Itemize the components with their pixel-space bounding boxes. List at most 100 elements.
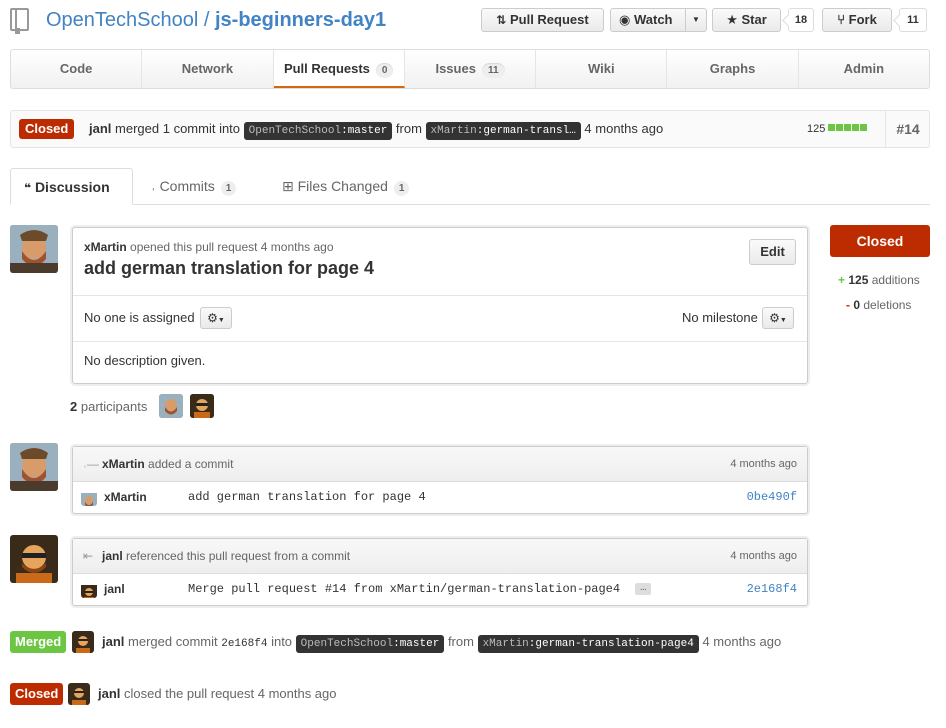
tab-admin[interactable]: Admin: [799, 50, 929, 88]
tab-files-changed[interactable]: ⊞ Files Changed 1: [282, 168, 410, 204]
discussion-tabs: ❝ Discussion ˓ Commits 1 ⊞ Files Changed 1: [10, 168, 930, 205]
closed-badge: Closed: [10, 683, 64, 705]
avatar-image: [68, 683, 90, 705]
avatar-image: [159, 394, 183, 418]
repo-title: OpenTechSchool / js-beginners-day1: [46, 9, 386, 32]
avatar-image: [81, 585, 97, 598]
pull-request-icon: ⇅: [496, 13, 507, 27]
repo-name-link[interactable]: js-beginners-day1: [215, 9, 386, 31]
divider: [73, 295, 807, 296]
merged-head-branch[interactable]: xMartin:german-translation-page4: [477, 635, 699, 653]
tab-graphs[interactable]: Graphs: [667, 50, 799, 88]
tab-code[interactable]: Code: [11, 50, 143, 88]
summary-author-link[interactable]: janl: [89, 121, 111, 136]
participants: 2 participants: [70, 398, 147, 416]
gear-icon: ⚙: [769, 311, 780, 325]
reference-event-action: referenced this pull request from a comm…: [126, 549, 351, 563]
tab-commits-count: 1: [220, 181, 237, 196]
tab-discussion[interactable]: ❝ Discussion: [10, 168, 133, 205]
milestone-gear-button[interactable]: ⚙▼: [762, 307, 794, 329]
avatar-xmartin[interactable]: [10, 443, 58, 491]
avatar-janl[interactable]: [10, 535, 58, 583]
tab-commits[interactable]: ˓ Commits 1: [151, 168, 237, 204]
participant-avatar-janl[interactable]: [190, 394, 214, 418]
pull-request-button[interactable]: ⇅ Pull Request: [481, 8, 604, 32]
star-button[interactable]: ★ Star: [712, 8, 781, 32]
commit-sha-link[interactable]: 0be490f: [747, 482, 797, 513]
tab-pull-requests[interactable]: Pull Requests 0: [273, 50, 405, 88]
reference-author-avatar[interactable]: [81, 582, 97, 598]
commit-event-header: ˓— xMartin added a commit 4 months ago: [73, 447, 807, 482]
summary-text-1: merged 1 commit into: [115, 121, 241, 136]
gear-icon: ⚙: [207, 311, 218, 325]
tab-issues[interactable]: Issues 11: [405, 50, 537, 88]
fork-count[interactable]: 11: [899, 8, 927, 32]
reference-row-author[interactable]: janl: [104, 574, 125, 605]
chevron-down-icon[interactable]: ▼: [685, 9, 706, 31]
closed-author-avatar[interactable]: [68, 683, 90, 705]
plus-icon: +: [838, 273, 846, 287]
avatar-xmartin[interactable]: [10, 225, 58, 273]
state-badge: Closed: [19, 119, 75, 139]
repo-name: js-beginners-day1: [215, 9, 387, 31]
commit-event-action: added a commit: [148, 457, 234, 471]
divider: [73, 341, 807, 342]
expand-message-button[interactable]: …: [635, 582, 652, 595]
repo-owner-link[interactable]: OpenTechSchool: [46, 9, 198, 31]
reference-event-text: janl referenced this pull request from a…: [102, 539, 350, 573]
star-icon: ★: [726, 12, 738, 27]
merged-event-author[interactable]: janl: [102, 634, 124, 649]
tab-label: Code: [59, 61, 93, 76]
merged-base-branch[interactable]: OpenTechSchool:master: [295, 635, 445, 653]
merged-from-text: from: [447, 634, 474, 649]
commit-icon: ˓: [151, 178, 156, 194]
repo-separator: /: [198, 9, 215, 31]
head-branch: german-transl…: [483, 125, 576, 137]
opening-author[interactable]: xMartin: [84, 240, 127, 254]
avatar-image: [190, 394, 214, 418]
head-owner: xMartin: [430, 125, 477, 137]
assignee: No one is assigned: [84, 308, 195, 328]
base-branch: master: [347, 125, 388, 137]
commit-event-time: 4 months ago: [730, 458, 797, 470]
pr-summary-bar: Closed janl merged 1 commit into OpenTec…: [10, 110, 930, 148]
reference-commit-row: janl Merge pull request #14 from xMartin…: [73, 574, 807, 605]
edit-button[interactable]: Edit: [749, 239, 796, 265]
avatar-image: [10, 225, 58, 273]
merged-author-avatar[interactable]: [72, 631, 94, 653]
sidebar-state-badge: Closed: [830, 225, 930, 257]
repo-nav: Code Network Pull Requests 0 Issues 11 Wik…: [10, 49, 930, 89]
participants-count: 2: [70, 399, 78, 414]
commit-author-avatar[interactable]: [81, 490, 97, 506]
participant-avatar-xmartin[interactable]: [159, 394, 183, 418]
head-branch-label[interactable]: xMartin:german-transl…: [425, 122, 581, 140]
closed-event-author[interactable]: janl: [98, 686, 120, 701]
diffstat[interactable]: 125: [807, 111, 868, 147]
file-diff-icon: ⊞: [282, 178, 294, 194]
tab-network[interactable]: Network: [142, 50, 274, 88]
chevron-down-icon: ▼: [217, 317, 225, 324]
pr-title: add german translation for page 4: [84, 258, 375, 278]
star-count[interactable]: 18: [788, 8, 814, 32]
reference-commit-message[interactable]: Merge pull request #14 from xMartin/germ…: [188, 582, 620, 596]
base-branch-label[interactable]: OpenTechSchool:master: [243, 122, 393, 140]
tab-count: 11: [481, 63, 505, 78]
deletions-label: deletions: [863, 298, 912, 312]
merged-commit-sha[interactable]: 2e168f4: [221, 638, 267, 650]
cross-reference-icon: ⇤: [83, 549, 94, 563]
commit-row-author[interactable]: xMartin: [104, 482, 147, 513]
merged-into-text: into: [271, 634, 293, 649]
fork-button[interactable]: ⑂ Fork: [822, 8, 892, 32]
assignee-gear-button[interactable]: ⚙▼: [200, 307, 232, 329]
pr-description: No description given.: [84, 353, 206, 368]
avatar-image: [10, 443, 58, 491]
comment-icon: ❝: [24, 181, 32, 195]
tab-label: Wiki: [587, 61, 615, 76]
pull-request-label: Pull Request: [509, 12, 589, 27]
watch-button[interactable]: ◉ Watch ▼: [610, 8, 707, 32]
commit-message[interactable]: add german translation for page 4: [188, 482, 426, 513]
commit-event-author[interactable]: xMartin: [102, 457, 145, 471]
reference-event-author[interactable]: janl: [102, 549, 123, 563]
reference-sha-link[interactable]: 2e168f4: [747, 574, 797, 605]
tab-wiki[interactable]: Wiki: [536, 50, 668, 88]
